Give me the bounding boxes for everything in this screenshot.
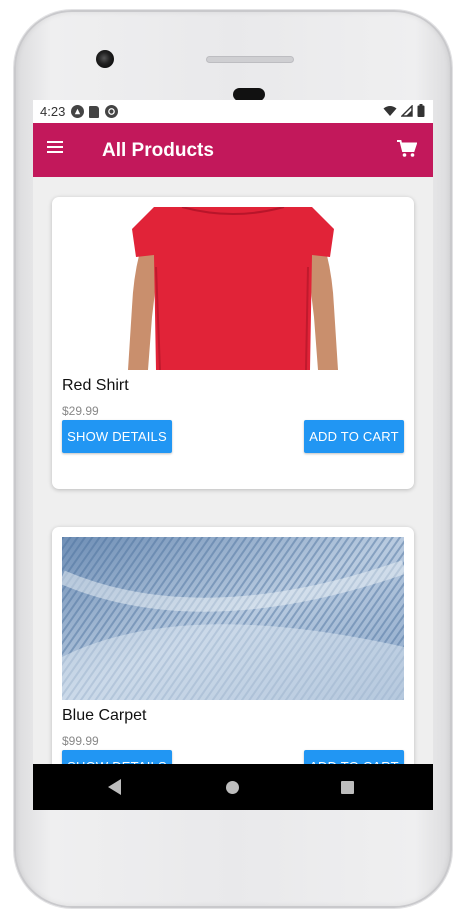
sd-card-icon xyxy=(89,105,100,118)
show-details-button[interactable]: SHOW DETAILS xyxy=(62,750,172,764)
add-to-cart-button[interactable]: ADD TO CART xyxy=(304,750,404,764)
sync-icon xyxy=(105,105,119,118)
page-title: All Products xyxy=(102,140,214,161)
product-card: Blue Carpet $99.99 SHOW DETAILS ADD TO C… xyxy=(52,527,414,764)
wifi-icon xyxy=(383,105,397,116)
shopping-cart-icon[interactable] xyxy=(397,140,418,163)
back-icon[interactable] xyxy=(108,779,122,800)
front-camera xyxy=(96,50,114,68)
home-icon[interactable] xyxy=(226,781,239,794)
product-title: Red Shirt xyxy=(62,377,129,394)
product-image xyxy=(62,207,404,370)
show-details-button[interactable]: SHOW DETAILS xyxy=(62,420,172,453)
product-list: Red Shirt $29.99 SHOW DETAILS ADD TO CAR… xyxy=(33,177,433,764)
system-nav-bar xyxy=(33,764,433,810)
recent-apps-icon[interactable] xyxy=(341,781,354,794)
android-icon xyxy=(71,105,85,118)
product-price: $29.99 xyxy=(62,404,99,418)
device-screen: 4:23 All Products Red Shirt $29.99 SHOW … xyxy=(33,100,433,810)
product-card: Red Shirt $29.99 SHOW DETAILS ADD TO CAR… xyxy=(52,197,414,489)
product-price: $99.99 xyxy=(62,734,99,748)
add-to-cart-button[interactable]: ADD TO CART xyxy=(304,420,404,453)
battery-icon xyxy=(417,104,425,117)
app-bar: All Products xyxy=(33,123,433,177)
product-image xyxy=(62,537,404,700)
status-bar: 4:23 xyxy=(33,100,433,123)
status-icons-right xyxy=(383,104,425,117)
menu-icon[interactable] xyxy=(47,141,63,155)
signal-icon xyxy=(401,104,413,117)
product-title: Blue Carpet xyxy=(62,707,147,724)
status-time: 4:23 xyxy=(40,104,66,119)
earpiece-speaker xyxy=(206,56,294,63)
